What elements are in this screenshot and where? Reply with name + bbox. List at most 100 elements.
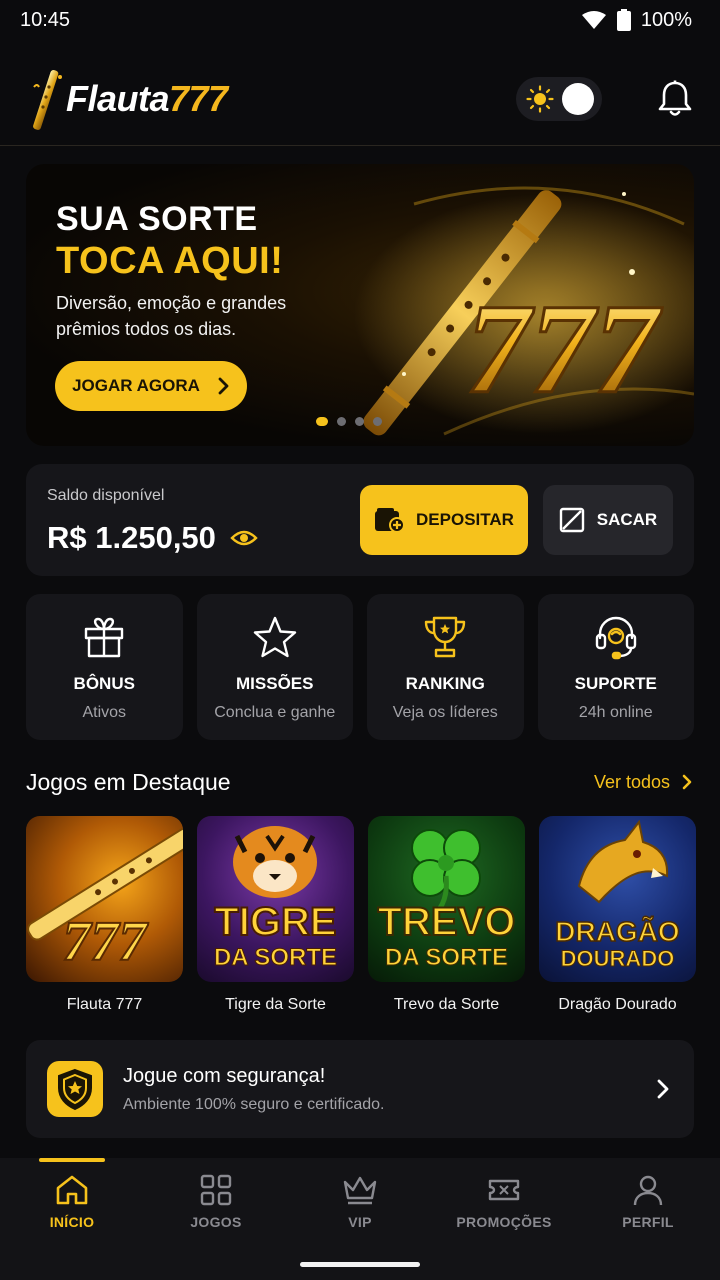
status-indicators: 100% xyxy=(581,9,692,32)
status-bar: 10:45 100% xyxy=(0,0,720,40)
balance-value-row: R$ 1.250,50 xyxy=(47,520,258,556)
balance-card: Saldo disponível R$ 1.250,50 DEPOSITAR S… xyxy=(26,464,694,576)
quick-action-subtitle: Ativos xyxy=(82,704,127,721)
game-thumbnail: DRAGÃO DOURADO xyxy=(539,816,696,982)
see-all-label: Ver todos xyxy=(593,771,670,792)
balance-label: Saldo disponível xyxy=(47,487,165,504)
withdraw-label: SACAR xyxy=(596,510,658,529)
game-card-trevo-da-sorte[interactable]: TREVO DA SORTE Trevo da Sorte xyxy=(368,816,525,1014)
header-actions xyxy=(516,76,692,121)
withdraw-icon xyxy=(559,507,584,533)
withdraw-button[interactable]: SACAR xyxy=(543,485,673,555)
game-thumb-title: 777 xyxy=(62,911,148,973)
game-thumb-subtitle: DOURADO xyxy=(560,946,675,971)
featured-header: Jogos em Destaque Ver todos xyxy=(26,766,694,798)
quick-actions: BÔNUS Ativos MISSÕES Conclua e ganhe RAN… xyxy=(26,594,694,740)
quick-action-bonus[interactable]: BÔNUS Ativos xyxy=(26,594,183,740)
see-all-link[interactable]: Ver todos xyxy=(594,772,694,793)
wallet-icon xyxy=(375,508,405,533)
eye-icon[interactable] xyxy=(230,528,258,548)
nav-item-profile[interactable]: PERFIL xyxy=(576,1158,720,1250)
sun-icon xyxy=(526,84,554,113)
status-time: 10:45 xyxy=(20,8,71,31)
security-text: Jogue com segurança! Ambiente 100% segur… xyxy=(123,1065,656,1114)
app-logo[interactable]: Flauta777 xyxy=(30,67,228,131)
hero-flute-777-art: 777 xyxy=(354,186,694,436)
game-thumb-title: TIGRE xyxy=(213,900,337,944)
game-card-flauta-777[interactable]: 777 Flauta 777 xyxy=(26,816,183,1014)
play-now-label: JOGAR AGORA xyxy=(72,376,200,395)
game-thumbnail: TIGRE DA SORTE xyxy=(197,816,354,982)
quick-action-subtitle: 24h online xyxy=(578,704,653,721)
flute-logo-icon xyxy=(33,69,62,130)
bell-icon[interactable] xyxy=(658,80,692,118)
quick-action-subtitle: Veja os líderes xyxy=(392,704,498,721)
hero-777-text: 777 xyxy=(466,278,663,420)
battery-percent: 100% xyxy=(640,8,692,31)
app-header: Flauta777 xyxy=(0,52,720,146)
security-subtitle: Ambiente 100% seguro e certificado. xyxy=(123,1095,385,1113)
quick-action-support[interactable]: SUPORTE 24h online xyxy=(537,594,694,740)
carousel-dot-1[interactable] xyxy=(316,417,328,426)
quick-action-title: BÔNUS xyxy=(73,674,135,693)
shield-icon xyxy=(47,1061,103,1117)
carousel-dot-4[interactable] xyxy=(373,417,382,426)
toggle-knob xyxy=(562,82,594,115)
security-banner[interactable]: Jogue com segurança! Ambiente 100% segur… xyxy=(26,1040,694,1138)
theme-toggle[interactable] xyxy=(516,76,602,121)
security-title: Jogue com segurança! xyxy=(123,1064,326,1087)
nav-label: INÍCIO xyxy=(49,1214,95,1230)
carousel-dot-3[interactable] xyxy=(355,417,364,426)
wifi-icon xyxy=(581,11,606,29)
carousel-dot-2[interactable] xyxy=(337,417,346,426)
game-name: Tigre da Sorte xyxy=(225,996,326,1013)
logo-text: Flauta777 xyxy=(66,77,228,119)
home-icon xyxy=(56,1175,88,1205)
gift-icon xyxy=(85,617,124,658)
quick-action-subtitle: Conclua e ganhe xyxy=(214,704,336,721)
hero-title-line2: TOCA AQUI! xyxy=(56,240,284,282)
headset-icon xyxy=(595,616,636,660)
hero-title-line1: SUA SORTE xyxy=(56,200,258,238)
game-card-dragao-dourado[interactable]: DRAGÃO DOURADO Dragão Dourado xyxy=(539,816,696,1014)
ticket-icon xyxy=(488,1179,520,1201)
chevron-right-icon xyxy=(682,774,692,790)
game-name: Trevo da Sorte xyxy=(393,996,500,1013)
user-icon xyxy=(633,1175,663,1206)
game-thumb-title: DRAGÃO xyxy=(555,916,681,947)
play-now-button[interactable]: JOGAR AGORA xyxy=(55,361,247,411)
star-icon xyxy=(253,616,296,658)
home-indicator xyxy=(300,1262,420,1267)
quick-action-ranking[interactable]: RANKING Veja os líderes xyxy=(367,594,524,740)
game-name: Dragão Dourado xyxy=(558,996,677,1013)
nav-item-games[interactable]: JOGOS xyxy=(144,1158,288,1250)
nav-item-home[interactable]: INÍCIO xyxy=(0,1158,144,1250)
battery-icon xyxy=(616,9,631,31)
chevron-right-icon xyxy=(218,377,229,395)
bottom-nav: INÍCIO JOGOS VIP PROMOÇÕES PERFIL xyxy=(0,1158,720,1280)
quick-action-title: SUPORTE xyxy=(574,674,657,693)
game-thumbnail: 777 xyxy=(26,816,183,982)
nav-item-promotions[interactable]: PROMOÇÕES xyxy=(432,1158,576,1250)
game-card-tigre-da-sorte[interactable]: TIGRE DA SORTE Tigre da Sorte xyxy=(197,816,354,1014)
quick-action-missions[interactable]: MISSÕES Conclua e ganhe xyxy=(196,594,353,740)
game-thumb-title: TREVO xyxy=(377,900,517,944)
game-name: Flauta 777 xyxy=(66,996,143,1013)
game-thumb-subtitle: DA SORTE xyxy=(384,944,509,971)
nav-item-vip[interactable]: VIP xyxy=(288,1158,432,1250)
nav-label: PROMOÇÕES xyxy=(456,1214,552,1230)
grid-icon xyxy=(200,1174,232,1206)
deposit-button[interactable]: DEPOSITAR xyxy=(360,485,528,555)
trophy-icon xyxy=(425,616,466,658)
chevron-right-icon xyxy=(657,1079,669,1099)
quick-action-title: MISSÕES xyxy=(236,674,314,693)
featured-title: Jogos em Destaque xyxy=(26,768,231,795)
game-thumb-subtitle: DA SORTE xyxy=(213,944,338,971)
quick-action-title: RANKING xyxy=(405,674,485,693)
nav-label: PERFIL xyxy=(622,1214,674,1230)
game-thumbnail: TREVO DA SORTE xyxy=(368,816,525,982)
hero-banner[interactable]: 777 SUA SORTE TOCA AQUI! Diversão, emoçã… xyxy=(26,164,694,446)
featured-games: 777 Flauta 777 TIGRE DA SORTE Tigre da S… xyxy=(26,816,696,1014)
crown-icon xyxy=(343,1176,377,1205)
deposit-label: DEPOSITAR xyxy=(416,510,514,529)
